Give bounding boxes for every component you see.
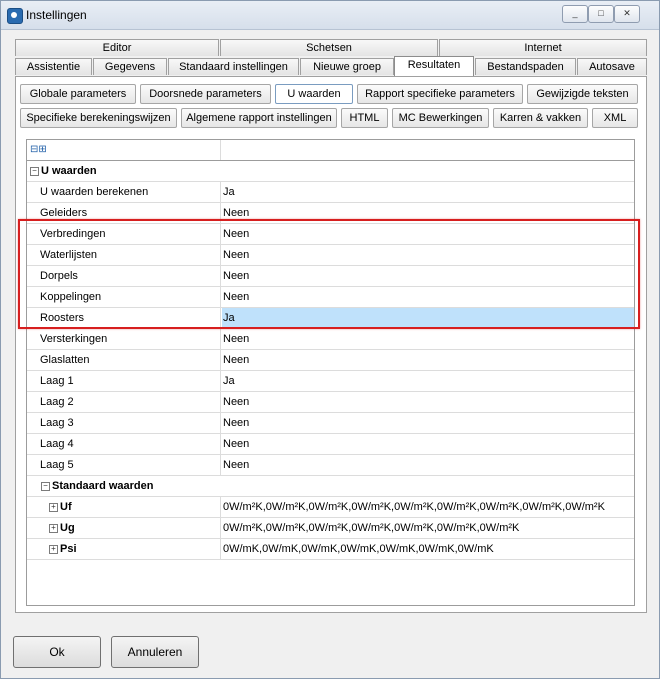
property-name: Laag 5 (27, 455, 221, 475)
property-value[interactable]: Ja (223, 182, 633, 202)
subtab-xml[interactable]: XML (592, 108, 638, 128)
property-row[interactable]: U waarden berekenen Ja (27, 182, 634, 203)
expand-icon[interactable]: + (49, 545, 58, 554)
tab-standaard-instellingen[interactable]: Standaard instellingen (168, 58, 299, 75)
property-name-cell: + Psi (27, 539, 221, 559)
collapse-icon[interactable]: − (41, 482, 50, 491)
maximize-button[interactable]: □ (588, 5, 614, 23)
property-grid: ⊟⊞ − U waarden U waarden berekenen Ja Ge… (26, 139, 635, 606)
subtab-karren-vakken[interactable]: Karren & vakken (493, 108, 588, 128)
tab-assistentie[interactable]: Assistentie (15, 58, 92, 75)
window-title: Instellingen (26, 8, 87, 22)
title-bar[interactable]: Instellingen _ □ ✕ (1, 1, 659, 30)
property-name: Laag 1 (27, 371, 221, 391)
property-name: Uf (60, 501, 72, 513)
grid-header-name: ⊟⊞ (27, 140, 221, 160)
property-name: U waarden berekenen (27, 182, 221, 202)
ok-button[interactable]: Ok (13, 636, 101, 668)
property-row-expandable[interactable]: + Psi 0W/mK,0W/mK,0W/mK,0W/mK,0W/mK,0W/m… (27, 539, 634, 560)
property-name: Glaslatten (27, 350, 221, 370)
tab-gegevens[interactable]: Gegevens (93, 58, 167, 75)
expand-collapse-all-icon[interactable]: ⊟⊞ (30, 140, 47, 160)
property-name-cell: + Uf (27, 497, 221, 517)
property-name: Psi (60, 543, 77, 555)
subtab-algemene-rapport-instellingen[interactable]: Algemene rapport instellingen (181, 108, 337, 128)
category-u-waarden[interactable]: − U waarden (27, 161, 634, 182)
expand-icon[interactable]: + (49, 524, 58, 533)
property-row-expandable[interactable]: + Uf 0W/m²K,0W/m²K,0W/m²K,0W/m²K,0W/m²K,… (27, 497, 634, 518)
category-label: U waarden (41, 165, 97, 177)
minimize-button[interactable]: _ (562, 5, 588, 23)
tab-editor[interactable]: Editor (15, 39, 219, 56)
subtab-rapport-specifieke-parameters[interactable]: Rapport specifieke parameters (357, 84, 523, 104)
subtab-gewijzigde-teksten[interactable]: Gewijzigde teksten (527, 84, 638, 104)
highlight-annotation-box (18, 219, 640, 329)
category-label: Standaard waarden (52, 480, 154, 492)
property-name: Laag 3 (27, 413, 221, 433)
property-row-expandable[interactable]: + Ug 0W/m²K,0W/m²K,0W/m²K,0W/m²K,0W/m²K,… (27, 518, 634, 539)
settings-window: Instellingen _ □ ✕ Editor Schetsen Inter… (0, 0, 660, 679)
tab-nieuwe-groep[interactable]: Nieuwe groep (300, 58, 394, 75)
property-row[interactable]: Glaslatten Neen (27, 350, 634, 371)
property-value[interactable]: Neen (223, 392, 633, 412)
expand-icon[interactable]: + (49, 503, 58, 512)
tab-schetsen[interactable]: Schetsen (220, 39, 438, 56)
property-row[interactable]: Laag 1 Ja (27, 371, 634, 392)
property-name: Versterkingen (27, 329, 221, 349)
property-row[interactable]: Laag 4 Neen (27, 434, 634, 455)
property-name: Ug (60, 522, 75, 534)
close-button[interactable]: ✕ (614, 5, 640, 23)
subtab-u-waarden[interactable]: U waarden (275, 84, 353, 104)
grid-header-row: ⊟⊞ (27, 140, 634, 161)
grid-header-value (223, 140, 633, 160)
subtab-html[interactable]: HTML (341, 108, 388, 128)
tab-autosave[interactable]: Autosave (577, 58, 647, 75)
property-name: Laag 4 (27, 434, 221, 454)
property-value[interactable]: Neen (223, 329, 633, 349)
property-row[interactable]: Laag 2 Neen (27, 392, 634, 413)
tab-resultaten[interactable]: Resultaten (394, 56, 474, 76)
property-value[interactable]: Neen (223, 434, 633, 454)
property-name: Laag 2 (27, 392, 221, 412)
property-value[interactable]: Neen (223, 455, 633, 475)
property-value[interactable]: Ja (223, 371, 633, 391)
app-icon (7, 8, 23, 24)
category-standaard-waarden[interactable]: − Standaard waarden (27, 476, 634, 497)
property-value[interactable]: 0W/m²K,0W/m²K,0W/m²K,0W/m²K,0W/m²K,0W/m²… (223, 497, 633, 517)
tab-bestandspaden[interactable]: Bestandspaden (475, 58, 576, 75)
cancel-button[interactable]: Annuleren (111, 636, 199, 668)
property-name-cell: + Ug (27, 518, 221, 538)
property-row[interactable]: Laag 5 Neen (27, 455, 634, 476)
property-value[interactable]: 0W/m²K,0W/m²K,0W/m²K,0W/m²K,0W/m²K,0W/m²… (223, 518, 633, 538)
subtab-specifieke-berekeningswijzen[interactable]: Specifieke berekeningswijzen (20, 108, 177, 128)
property-row[interactable]: Laag 3 Neen (27, 413, 634, 434)
subtab-doorsnede-parameters[interactable]: Doorsnede parameters (140, 84, 271, 104)
subtab-globale-parameters[interactable]: Globale parameters (20, 84, 136, 104)
property-value[interactable]: 0W/mK,0W/mK,0W/mK,0W/mK,0W/mK,0W/mK,0W/m… (223, 539, 633, 559)
property-value[interactable]: Neen (223, 350, 633, 370)
subtab-mc-bewerkingen[interactable]: MC Bewerkingen (392, 108, 489, 128)
property-value[interactable]: Neen (223, 413, 633, 433)
collapse-icon[interactable]: − (30, 167, 39, 176)
property-row[interactable]: Versterkingen Neen (27, 329, 634, 350)
tab-internet[interactable]: Internet (439, 39, 647, 56)
